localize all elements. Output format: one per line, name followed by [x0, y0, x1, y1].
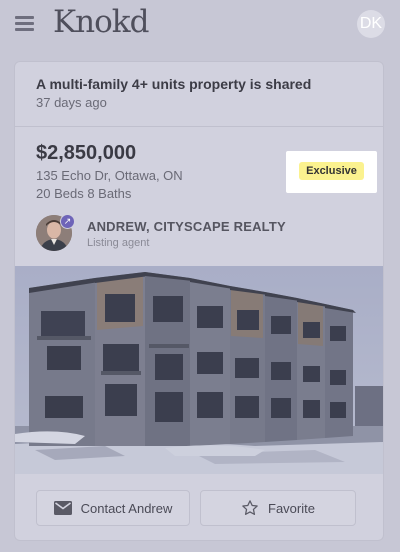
- listing-price: $2,850,000: [36, 142, 137, 164]
- exclusive-highlight: Exclusive: [286, 151, 377, 193]
- listing-age: 37 days ago: [36, 95, 107, 110]
- menu-icon[interactable]: [15, 16, 34, 32]
- agent-role: Listing agent: [87, 237, 150, 249]
- contact-agent-button[interactable]: Contact Andrew: [36, 490, 190, 526]
- app-logo[interactable]: Knokd: [53, 4, 149, 40]
- favorite-button[interactable]: Favorite: [200, 490, 356, 526]
- top-bar: Knokd DK: [0, 0, 400, 50]
- contact-button-label: Contact Andrew: [80, 500, 173, 516]
- exclusive-badge: Exclusive: [299, 162, 364, 180]
- star-outline-icon: [242, 500, 258, 516]
- listing-address: 135 Echo Dr, Ottawa, ON: [36, 168, 183, 183]
- favorite-button-label: Favorite: [268, 500, 315, 516]
- user-avatar[interactable]: DK: [357, 10, 385, 38]
- share-arrow-icon[interactable]: ↗: [60, 214, 75, 229]
- mail-icon: [53, 501, 72, 515]
- listing-card: A multi-family 4+ units property is shar…: [14, 61, 384, 541]
- listing-headline: A multi-family 4+ units property is shar…: [36, 76, 312, 92]
- agent-name[interactable]: ANDREW, CITYSCAPE REALTY: [87, 219, 286, 234]
- listing-photo[interactable]: [15, 266, 383, 474]
- listing-beds-baths: 20 Beds 8 Baths: [36, 186, 132, 201]
- card-header: A multi-family 4+ units property is shar…: [15, 62, 383, 127]
